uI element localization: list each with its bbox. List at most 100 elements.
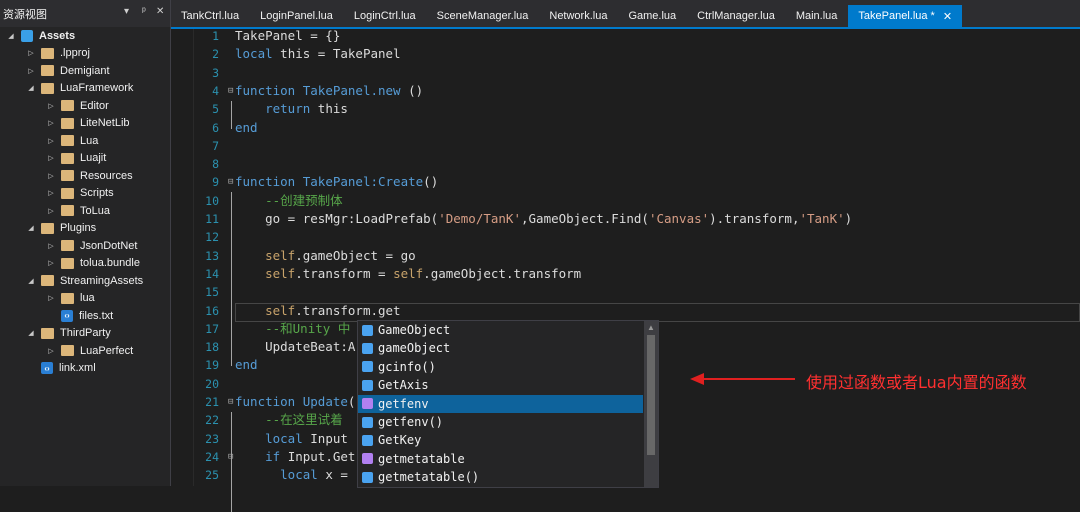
tab-takepanellua[interactable]: TakePanel.lua * ✕ [848,5,963,27]
tree-item[interactable]: ▷ Demigiant [0,62,196,79]
autocomplete-item[interactable]: GetKey [358,431,643,449]
tree-item-label: Luajit [80,152,107,164]
code-token: 'Canvas' [648,211,710,226]
tab-mainlua[interactable]: Main.lua [786,5,848,27]
tab-scenemanagerlua[interactable]: SceneManager.lua [427,5,539,27]
line-number: 6 [212,120,219,135]
expand-arrow-icon[interactable]: ◢ [6,32,16,40]
code-text: if Input.Get [235,448,355,466]
code-line: 14 self.transform = self.gameObject.tran… [171,265,1080,283]
expand-arrow-icon[interactable]: ▷ [46,102,56,110]
tab-label: TankCtrl.lua [181,10,240,22]
method-icon [362,453,373,465]
autocomplete-item[interactable]: GetAxis [358,376,643,394]
tree-item[interactable]: ▷ .lpproj [0,45,196,62]
expand-arrow-icon[interactable]: ▷ [46,294,56,302]
line-number: 1 [212,29,219,43]
autocomplete-popup[interactable]: GameObject gameObject gcinfo() GetAxis getfe… [357,320,659,488]
code-token: --和Unity 中 [265,320,351,336]
tab-label: Main.lua [795,10,838,22]
line-number: 10 [205,193,219,208]
line-number: 13 [205,248,219,263]
expand-arrow-icon[interactable]: ▷ [46,242,56,250]
code-line: 10 --创建预制体 [171,192,1080,210]
tab-gamelua[interactable]: Game.lua [618,5,686,27]
expand-arrow-icon[interactable]: ▷ [46,154,56,162]
autocomplete-item[interactable]: getmetatable [358,450,643,468]
folder-icon [61,345,74,356]
expand-arrow-icon[interactable]: ▷ [46,259,56,267]
tree-item[interactable]: ◢ ThirdParty [0,325,196,342]
code-text: function Update( [235,393,355,411]
expand-arrow-icon[interactable]: ◢ [26,329,36,337]
expand-arrow-icon[interactable]: ▷ [46,189,56,197]
tree-item[interactable]: ◢ StreamingAssets [0,272,196,289]
expand-arrow-icon[interactable]: ▷ [26,67,36,75]
tab-tankctrllua[interactable]: TankCtrl.lua [171,5,249,27]
autocomplete-item-label: GetKey [378,433,422,448]
folder-icon [61,117,74,129]
expand-arrow-icon[interactable]: ▷ [46,119,56,127]
code-token: --创建预制体 [265,192,343,208]
tab-close-icon[interactable]: ✕ [943,10,952,23]
tree-item-label: Lua [80,134,99,147]
tab-networklua[interactable]: Network.lua [539,5,617,27]
code-token: this [310,101,348,117]
autocomplete-item[interactable]: getfenv [358,394,643,413]
line-number: 2 [212,47,219,62]
expand-arrow-icon[interactable]: ◢ [26,277,36,285]
tree-item-label: JsonDotNet [80,239,138,252]
tab-ctrlmanagerlua[interactable]: CtrlManager.lua [687,5,785,27]
expand-arrow-icon[interactable]: ◢ [26,224,36,232]
autocomplete-item[interactable]: gcinfo() [358,358,643,376]
line-number: 23 [205,431,219,446]
expand-arrow-icon[interactable]: ▷ [46,172,56,180]
tab-label: SceneManager.lua [436,10,529,22]
line-number: 20 [205,376,219,391]
expand-arrow-icon[interactable]: ▷ [46,207,56,215]
line-number: 12 [205,230,219,245]
annotation-arrow-head-icon [690,373,704,385]
code-token: local [235,46,273,62]
expand-arrow-icon[interactable]: ◢ [26,84,36,92]
expand-arrow-icon[interactable]: ▷ [46,347,56,355]
code-line: 16 self.transform.get [171,302,1080,320]
scroll-up-icon[interactable]: ▲ [647,323,655,332]
tree-item[interactable]: ◢ LuaFramework [0,80,196,97]
autocomplete-item[interactable]: gameObject [358,339,643,357]
tree-item[interactable]: ◢ Plugins [0,220,196,237]
tab-label: CtrlManager.lua [697,10,775,22]
tab-loginctrllua[interactable]: LoginCtrl.lua [344,5,426,27]
autocomplete-scrollbar[interactable]: ▲ [644,321,658,487]
member-icon [362,361,373,373]
expand-arrow-icon[interactable]: ▷ [46,137,56,145]
autocomplete-item[interactable]: getmetatable() [358,468,643,486]
panel-dropdown-icon[interactable]: ▾ [124,6,129,17]
code-token: x = [317,467,348,483]
code-token: self [265,265,296,281]
code-line: 4 ⊟ function TakePanel.new () [171,82,1080,100]
code-token: Input.Get [280,448,356,464]
autocomplete-item[interactable]: GameObject [358,321,643,339]
tree-item[interactable]: ‹› link.xml [0,360,196,377]
panel-close-icon[interactable]: ✕ [156,6,164,17]
folder-icon [41,222,54,234]
code-token: () [423,174,439,190]
folder-icon [41,65,54,76]
member-icon [362,342,373,354]
expand-arrow-icon[interactable]: ▷ [26,49,36,57]
autocomplete-item[interactable]: getfenv() [358,413,643,431]
code-line: 3 [171,64,1080,82]
code-token: 'Demo/TanK' [438,211,521,226]
tab-label: TakePanel.lua * [858,10,935,22]
line-number: 7 [212,138,219,153]
code-text: self.transform = self.gameObject.transfo… [235,265,581,283]
tab-loginpanellua[interactable]: LoginPanel.lua [250,5,343,27]
tree-item[interactable]: ◢ Assets [0,27,176,44]
code-token: Update [302,394,348,409]
assets-icon [21,29,33,42]
scroll-thumb[interactable] [647,335,655,455]
tree-item-label: Scripts [80,187,114,199]
panel-pin-icon[interactable]: ᵖ [142,6,146,17]
